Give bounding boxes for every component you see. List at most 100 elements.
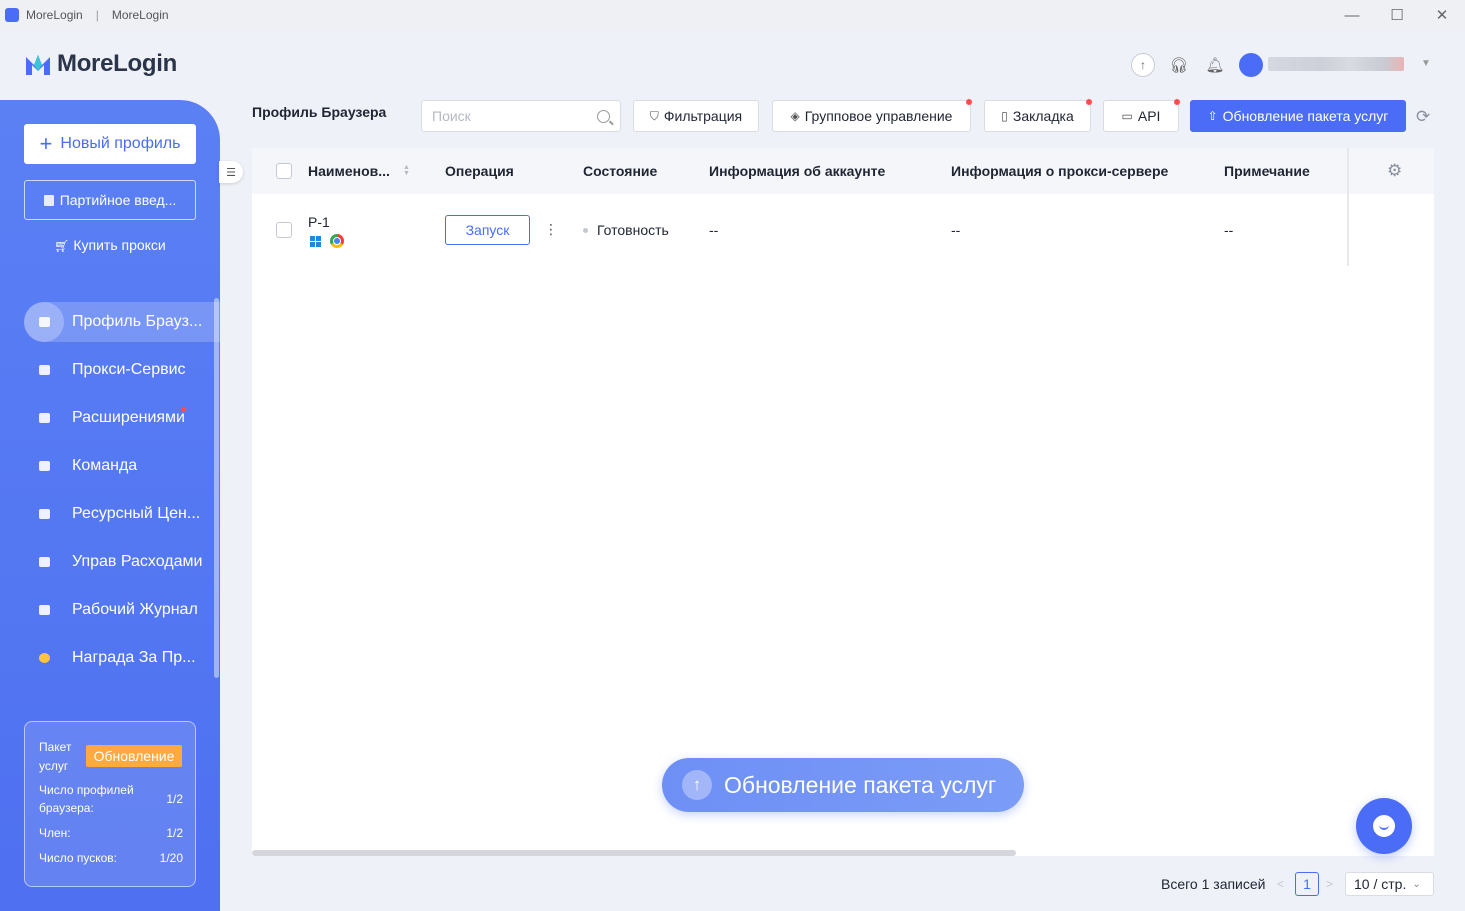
column-header-name[interactable]: Наименов... bbox=[308, 163, 390, 179]
sidebar-item-team[interactable]: Команда bbox=[24, 446, 220, 486]
sidebar-item-extensions[interactable]: Расширениями bbox=[24, 398, 220, 438]
plan-row-label: Член: bbox=[39, 826, 71, 840]
filter-icon: ⛉ bbox=[649, 108, 659, 123]
sidebar-item-label: Награда За Пр... bbox=[72, 649, 196, 666]
select-all-checkbox[interactable] bbox=[276, 163, 292, 179]
bell-icon[interactable]: 🔔︎ bbox=[1203, 53, 1227, 77]
api-button[interactable]: ▭ API bbox=[1103, 99, 1180, 132]
coin-icon bbox=[24, 638, 64, 678]
chat-icon bbox=[1373, 815, 1395, 837]
page-title: Профиль Браузера bbox=[252, 104, 387, 120]
plan-row-label: Число профилей браузера: bbox=[39, 783, 134, 815]
buy-proxy-label: Купить прокси bbox=[73, 237, 166, 253]
launch-button[interactable]: Запуск bbox=[445, 215, 530, 245]
page-number[interactable]: 1 bbox=[1295, 872, 1319, 896]
user-info-redacted[interactable] bbox=[1268, 57, 1404, 71]
sidebar-item-resource-center[interactable]: Ресурсный Цен... bbox=[24, 494, 220, 534]
sidebar-item-label: Команда bbox=[72, 457, 138, 474]
filter-label: Фильтрация bbox=[663, 108, 743, 124]
avatar[interactable] bbox=[1239, 53, 1263, 77]
sidebar-item-referral-reward[interactable]: Награда За Пр... bbox=[24, 638, 220, 678]
profile-table: Наименов... ▲ ▼ Операция Состояние Информ… bbox=[252, 148, 1434, 856]
bookmark-button[interactable]: ▯ Закладка bbox=[984, 99, 1092, 132]
filter-button[interactable]: ⛉ Фильтрация bbox=[633, 100, 759, 132]
page-size-select[interactable]: 10 / стр. ⌄ bbox=[1345, 872, 1434, 896]
refresh-icon[interactable]: ⟳ bbox=[1416, 107, 1430, 127]
bookmark-label: Закладка bbox=[1012, 108, 1074, 124]
buy-proxy-link[interactable]: 🛒︎ Купить прокси bbox=[24, 237, 196, 253]
profile-name[interactable]: P-1 bbox=[308, 214, 330, 230]
plan-box: Пакет услуг Обновление Число профилей бр… bbox=[24, 721, 196, 887]
gear-icon[interactable]: ⚙ bbox=[1387, 162, 1405, 180]
sidebar-item-label: Управ Расходами bbox=[72, 553, 203, 570]
windows-icon bbox=[310, 236, 321, 247]
status-dot bbox=[583, 228, 588, 233]
maximize-button[interactable]: ☐ bbox=[1374, 0, 1420, 30]
note[interactable]: -- bbox=[1224, 222, 1233, 238]
sidebar-item-label: Профиль Брауз... bbox=[72, 313, 203, 330]
prev-page-icon[interactable]: < bbox=[1277, 872, 1284, 896]
sidebar-item-proxy-service[interactable]: Прокси-Сервис bbox=[24, 350, 220, 390]
import-icon bbox=[43, 194, 54, 206]
pagination-total: Всего 1 записей bbox=[1161, 876, 1266, 892]
chevron-down-icon[interactable]: ▼ bbox=[1421, 58, 1431, 69]
page-size-value: 10 / стр. bbox=[1354, 876, 1407, 892]
chevron-down-icon: ⌄ bbox=[1412, 878, 1421, 890]
sort-icon[interactable]: ▲ ▼ bbox=[403, 164, 410, 177]
row-checkbox[interactable] bbox=[276, 222, 292, 238]
next-page-icon[interactable]: > bbox=[1326, 872, 1333, 896]
journal-icon bbox=[24, 590, 64, 630]
chat-support-button[interactable] bbox=[1356, 798, 1412, 854]
horizontal-scrollbar[interactable] bbox=[252, 850, 1016, 856]
floating-upgrade-label: Обновление пакета услуг bbox=[724, 771, 997, 798]
group-manage-button[interactable]: ◈ Групповое управление bbox=[772, 99, 972, 132]
title-separator: | bbox=[95, 8, 99, 22]
new-profile-label: Новый профиль bbox=[60, 135, 181, 152]
sidebar-item-browser-profile[interactable]: Профиль Брауз... bbox=[24, 302, 220, 342]
server-icon bbox=[24, 350, 64, 390]
plan-row-value: 1/2 bbox=[166, 826, 183, 840]
cube-icon bbox=[24, 494, 64, 534]
notification-badge bbox=[966, 99, 972, 105]
group-manage-label: Групповое управление bbox=[804, 108, 953, 124]
batch-import-button[interactable]: Партийное введ... bbox=[24, 180, 196, 220]
arrow-up-icon: ↑ bbox=[682, 770, 712, 800]
column-header-operation: Операция bbox=[445, 163, 514, 179]
column-header-status: Состояние bbox=[583, 163, 658, 179]
app-icon bbox=[5, 8, 19, 22]
sidebar-item-work-log[interactable]: Рабочий Журнал bbox=[24, 590, 220, 630]
app-name: MoreLogin bbox=[26, 8, 83, 22]
floating-upgrade-button[interactable]: ↑ Обновление пакета услуг bbox=[662, 758, 1024, 812]
logo-icon bbox=[26, 55, 50, 75]
headset-icon[interactable]: 🎧︎ bbox=[1167, 53, 1191, 77]
column-header-note: Примечание bbox=[1224, 163, 1310, 179]
column-header-proxy: Информация о прокси-сервере bbox=[951, 163, 1169, 179]
batch-import-label: Партийное введ... bbox=[59, 192, 177, 208]
new-profile-button[interactable]: + Новый профиль bbox=[24, 124, 196, 164]
sidebar-item-label: Расширениями bbox=[72, 409, 185, 426]
sidebar-item-expenses[interactable]: Управ Расходами bbox=[24, 542, 220, 582]
api-icon: ▭ bbox=[1121, 109, 1133, 123]
search-placeholder: Поиск bbox=[432, 108, 471, 124]
search-icon[interactable] bbox=[597, 109, 610, 123]
upload-icon[interactable]: ↑ bbox=[1131, 53, 1155, 77]
collapse-sidebar-icon[interactable]: ☰ bbox=[219, 161, 243, 183]
chrome-icon bbox=[330, 234, 344, 248]
upgrade-icon: ⇧ bbox=[1207, 109, 1218, 123]
plan-upgrade-button[interactable]: Обновление bbox=[86, 745, 182, 767]
search-input[interactable]: Поиск bbox=[421, 100, 621, 132]
column-header-account: Информация об аккаунте bbox=[709, 163, 886, 179]
logo: MoreLogin bbox=[24, 50, 177, 78]
plan-row-label: Число пусков: bbox=[39, 851, 117, 865]
window-title: MoreLogin bbox=[111, 8, 169, 22]
notification-badge bbox=[181, 407, 186, 412]
fixed-column-divider bbox=[1347, 148, 1349, 266]
sidebar-item-label: Прокси-Сервис bbox=[72, 361, 186, 378]
table-header: Наименов... ▲ ▼ Операция Состояние Информ… bbox=[252, 148, 1434, 194]
proxy-info: -- bbox=[951, 222, 961, 238]
plus-icon: + bbox=[39, 131, 53, 156]
more-vertical-icon[interactable]: ⋮ bbox=[544, 222, 558, 236]
minimize-button[interactable]: — bbox=[1329, 0, 1375, 30]
upgrade-plan-button[interactable]: ⇧ Обновление пакета услуг bbox=[1190, 100, 1406, 132]
close-button[interactable]: ✕ bbox=[1419, 0, 1465, 30]
